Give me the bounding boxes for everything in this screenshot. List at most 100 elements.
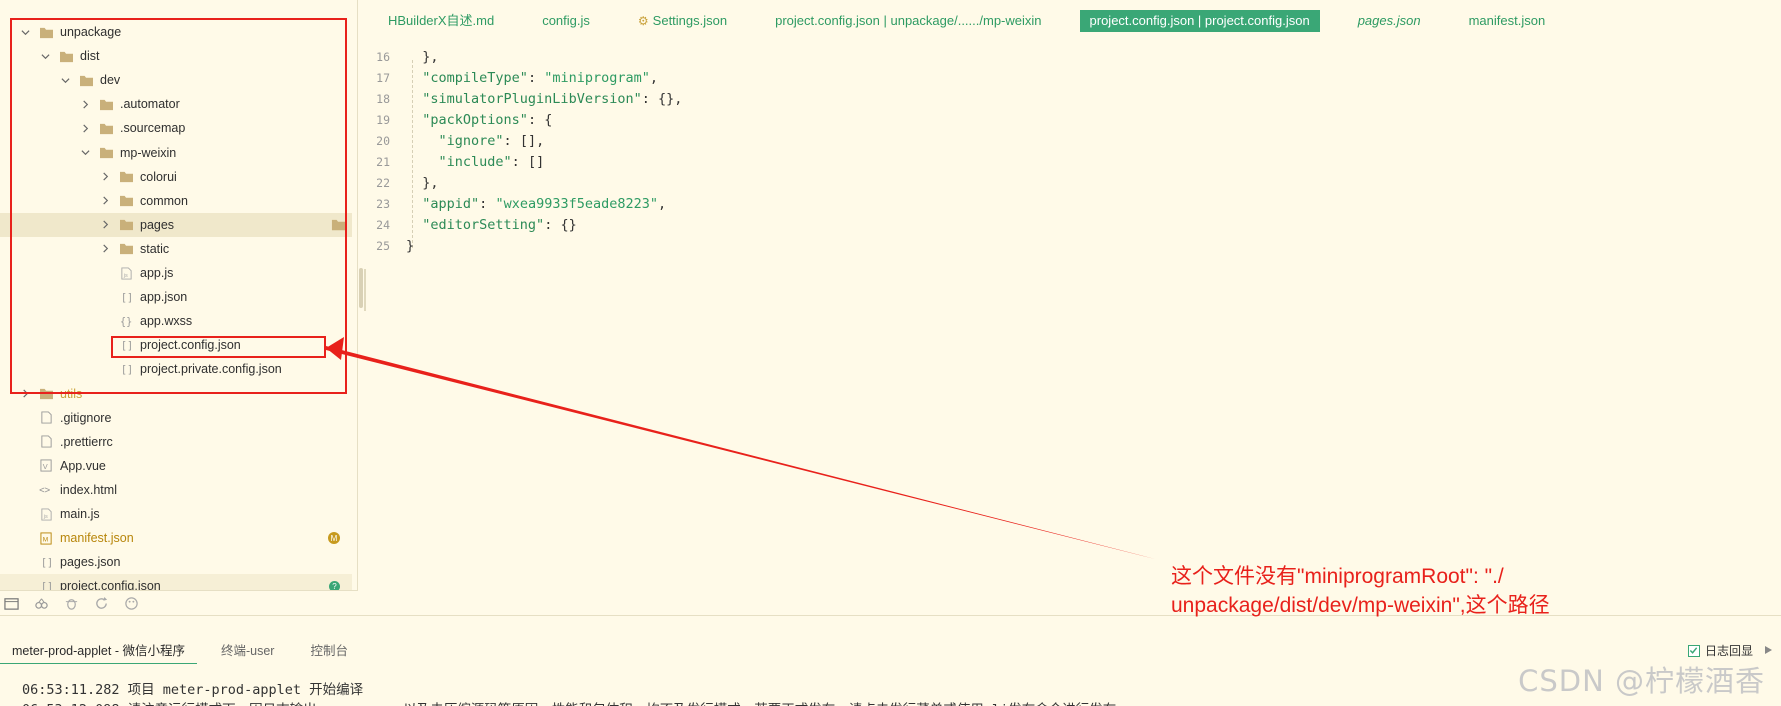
editor-tab[interactable]: pages.json [1348, 10, 1431, 32]
tree-item-label: App.vue [60, 458, 106, 473]
gutter-divider [364, 269, 370, 311]
editor-tab[interactable]: HBuilderX自述.md [378, 10, 504, 32]
line-number: 25 [376, 238, 390, 253]
tree-item-label: .prettierrc [60, 434, 113, 449]
code-line[interactable]: 20 "ignore": [], [364, 130, 544, 151]
line-number: 21 [376, 154, 390, 169]
editor-tab[interactable]: config.js [532, 10, 600, 32]
tree-item-label: main.js [60, 507, 100, 521]
play-icon[interactable] [1763, 645, 1773, 655]
tree-item-label: manifest.json [60, 531, 134, 546]
editor-tab[interactable]: project.config.json | unpackage/....../m… [765, 10, 1051, 32]
checkbox-icon[interactable] [1687, 644, 1700, 657]
gear-icon: ⚙ [637, 14, 649, 28]
line-number: 17 [376, 70, 390, 85]
file-icon [38, 411, 54, 425]
svg-text:[]: [] [40, 558, 52, 569]
editor-tab-bar: HBuilderX自述.md config.js ⚙ Settings.json pro… [364, 0, 1781, 42]
sidebar-toolbar [0, 590, 358, 615]
code-text: "packOptions": { [422, 111, 553, 128]
palette-icon[interactable] [122, 594, 140, 612]
annotation-note-line: unpackage/dist/dev/mp-weixin",这个路径 [1171, 594, 1550, 617]
log-echo-toggle[interactable]: 日志回显 [1687, 642, 1753, 659]
tree-item[interactable]: <> index.html [0, 478, 352, 502]
annotation-note: 这个文件没有"miniprogramRoot": "./ unpackage/d… [1171, 562, 1641, 620]
svg-text:<>: <> [39, 486, 51, 497]
code-line[interactable]: 17 "compileType": "miniprogram", [364, 67, 658, 88]
vue-file-icon: V [38, 459, 54, 473]
code-text: } [406, 237, 415, 254]
code-text: "ignore": [], [438, 132, 545, 149]
html-file-icon: <> [38, 483, 54, 497]
tree-item[interactable]: .prettierrc [0, 430, 352, 454]
tree-item[interactable]: js main.js [0, 502, 352, 526]
tree-item[interactable]: V App.vue [0, 454, 352, 478]
line-number: 18 [376, 91, 390, 106]
log-line: 06:53:11.282 项目 meter-prod-applet 开始编译 [22, 682, 364, 698]
tree-item-label: pages.json [60, 555, 121, 570]
editor-tab[interactable]: project.config.json | project.config.jso… [1079, 10, 1320, 32]
code-text: "include": [] [438, 153, 545, 170]
refresh-icon[interactable] [92, 594, 110, 612]
modified-badge: M [328, 532, 340, 545]
code-editor[interactable]: 16 }, 17 "compileType": "miniprogram", 18 … [364, 42, 1781, 615]
editor-tab-label: project.config.json | unpackage/....../m… [775, 13, 1042, 28]
tree-item[interactable]: [] pages.json [0, 550, 352, 574]
editor-tab-label: config.js [542, 13, 590, 28]
log-echo-label: 日志回显 [1704, 644, 1753, 658]
code-line[interactable]: 22 }, [364, 172, 439, 193]
line-number: 23 [376, 196, 390, 211]
console-tab[interactable]: 控制台 [298, 638, 360, 664]
editor-tab-label: HBuilderX自述.md [388, 13, 495, 28]
code-line[interactable]: 18 "simulatorPluginLibVersion": {}, [364, 88, 682, 109]
editor-tab-label: Settings.json [652, 13, 728, 28]
console-tabs: meter-prod-applet - 微信小程序 终端-user 控制台 [0, 638, 372, 664]
code-line[interactable]: 21 "include": [] [364, 151, 544, 172]
svg-text:M: M [42, 536, 47, 543]
explorer-icon[interactable] [2, 594, 20, 612]
editor-tab-label: project.config.json | project.config.jso… [1089, 13, 1310, 28]
editor-tab-label: manifest.json [1468, 13, 1546, 28]
line-number: 20 [376, 133, 390, 148]
code-text: "appid": "wxea9933f5eade8223", [422, 195, 667, 212]
console-tab[interactable]: meter-prod-applet - 微信小程序 [0, 638, 197, 664]
line-number: 22 [376, 175, 390, 190]
code-line[interactable]: 25} [364, 235, 414, 256]
code-line[interactable]: 19 "packOptions": { [364, 109, 552, 130]
code-text: "simulatorPluginLibVersion": {}, [422, 90, 683, 107]
tree-item-label: .gitignore [60, 410, 112, 425]
code-line[interactable]: 24 "editorSetting": {} [364, 214, 577, 235]
plugin-icon[interactable] [32, 594, 50, 612]
watermark: CSDN @柠檬酒香 [1518, 664, 1765, 698]
file-icon [38, 435, 54, 449]
annotation-box-file [111, 336, 326, 358]
tree-item[interactable]: Mmanifest.json M [0, 526, 352, 550]
code-text: }, [406, 174, 439, 191]
tree-item[interactable]: .gitignore [0, 406, 352, 430]
editor-tab[interactable]: ⚙ Settings.json [628, 10, 737, 32]
code-text: "editorSetting": {} [422, 216, 577, 233]
line-number: 16 [376, 49, 390, 64]
code-line[interactable]: 16 }, [364, 46, 438, 67]
annotation-note-line: 这个文件没有"miniprogramRoot": "./ [1171, 565, 1504, 588]
manifest-file-icon: M [38, 531, 54, 545]
console-tab[interactable]: 终端-user [209, 638, 286, 664]
code-line[interactable]: 23 "appid": "wxea9933f5eade8223", [364, 193, 666, 214]
editor-tab[interactable]: manifest.json [1459, 10, 1556, 32]
debug-icon[interactable] [62, 594, 80, 612]
log-line: 06:53:12.098 请注意运行模式下，因日志输出、sourcemap以及未… [22, 698, 1116, 706]
svg-text:js: js [42, 514, 47, 520]
svg-text:V: V [42, 463, 47, 472]
sidebar-scroll-thumb[interactable] [359, 268, 363, 308]
js-file-icon: js [38, 507, 54, 521]
editor-tab-label: pages.json [1357, 13, 1421, 28]
line-number: 24 [376, 217, 390, 232]
json-file-icon: [] [38, 555, 54, 569]
